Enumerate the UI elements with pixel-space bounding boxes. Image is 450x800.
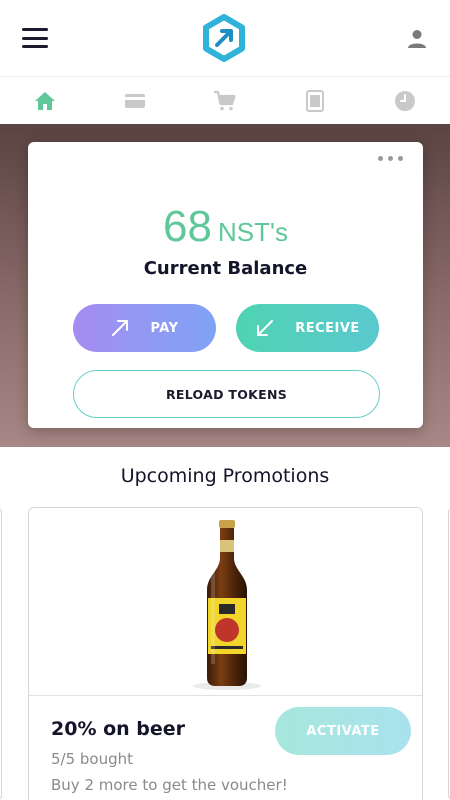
- balance-number: 68: [163, 202, 212, 251]
- receive-button[interactable]: RECEIVE: [236, 304, 379, 352]
- balance-unit: NST's: [217, 217, 288, 247]
- tab-history[interactable]: [360, 78, 450, 124]
- credit-card-icon: [125, 94, 145, 108]
- tab-home[interactable]: [0, 78, 90, 124]
- tab-cards[interactable]: [90, 78, 180, 124]
- nav-tabs: [0, 78, 450, 124]
- promo-name: 20% on beer: [51, 718, 186, 740]
- tab-calculator[interactable]: [270, 78, 360, 124]
- tab-shop[interactable]: [180, 78, 270, 124]
- activate-button[interactable]: ACTIVATE: [275, 707, 411, 755]
- app-header: [0, 0, 450, 77]
- balance-label: Current Balance: [143, 258, 308, 279]
- promo-image: [29, 508, 422, 696]
- balance-card: 68 NST's Current Balance PAY RECEIVE RELO…: [28, 142, 423, 428]
- promo-progress: 5/5 bought: [51, 750, 134, 768]
- beer-bottle-image: [193, 520, 261, 690]
- promo-hint: Buy 2 more to get the voucher!: [51, 776, 288, 794]
- balance-amount: 68 NST's: [28, 202, 423, 252]
- home-icon: [35, 92, 55, 110]
- pay-button[interactable]: PAY: [73, 304, 216, 352]
- reload-tokens-button[interactable]: RELOAD TOKENS: [73, 370, 380, 418]
- more-dots-icon[interactable]: [378, 156, 403, 161]
- hamburger-menu-icon[interactable]: [22, 28, 48, 48]
- arrow-down-left-icon: [257, 320, 274, 336]
- receive-label: RECEIVE: [295, 320, 360, 336]
- pay-label: PAY: [150, 320, 179, 336]
- arrow-up-right-icon: [112, 320, 129, 336]
- previous-promo-card[interactable]: [0, 508, 2, 800]
- promo-card[interactable]: 20% on beer 5/5 bought Buy 2 more to get…: [28, 507, 423, 800]
- promotions-title: Upcoming Promotions: [120, 465, 330, 487]
- clock-icon: [395, 91, 415, 111]
- cart-icon: [214, 90, 236, 111]
- calculator-icon: [306, 90, 324, 112]
- app-logo-icon: [203, 14, 245, 62]
- promo-info: 20% on beer 5/5 bought Buy 2 more to get…: [51, 718, 288, 794]
- user-icon[interactable]: [406, 28, 428, 50]
